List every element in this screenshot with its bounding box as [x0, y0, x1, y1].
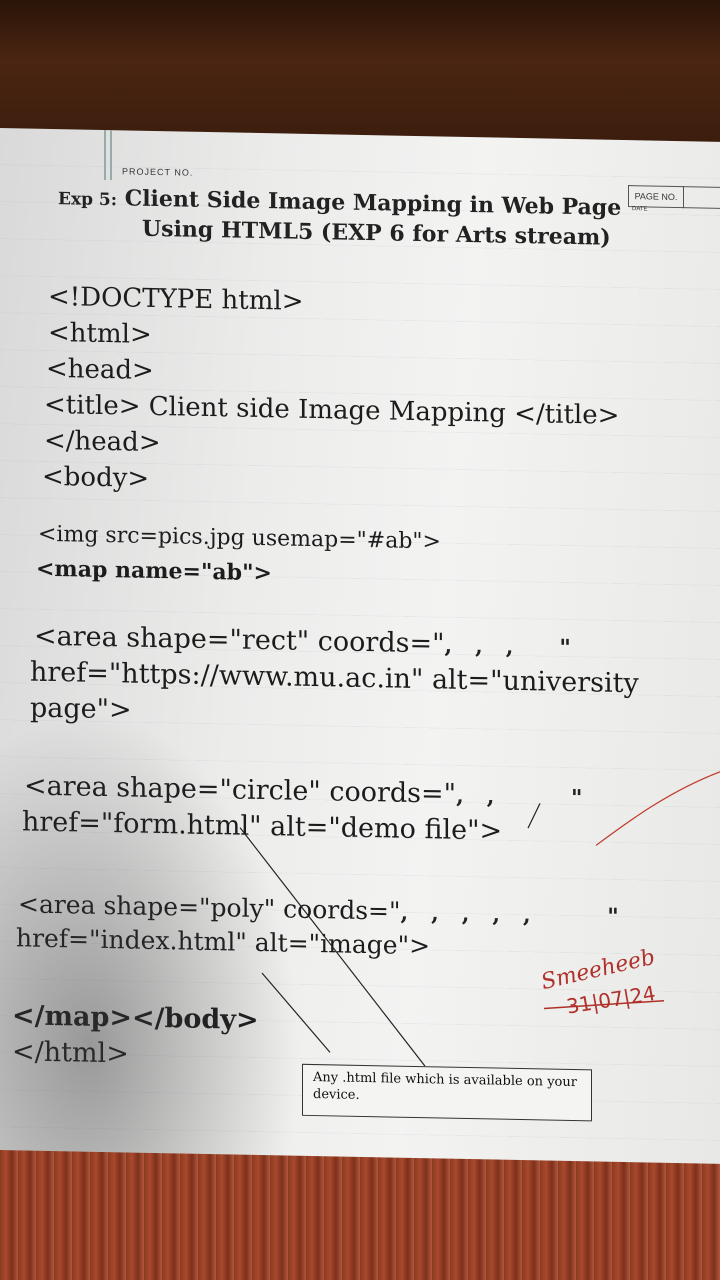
notebook-page: PROJECT NO. PAGE NO. DATE Exp 5: Client … [0, 128, 720, 1164]
pointer-line [527, 803, 541, 829]
wood-table-top [0, 0, 720, 150]
callout-note: Any .html file which is available on you… [302, 1063, 592, 1122]
pointer-line [261, 972, 331, 1053]
red-pen-mark [595, 771, 720, 846]
pointer-line [239, 827, 426, 1067]
